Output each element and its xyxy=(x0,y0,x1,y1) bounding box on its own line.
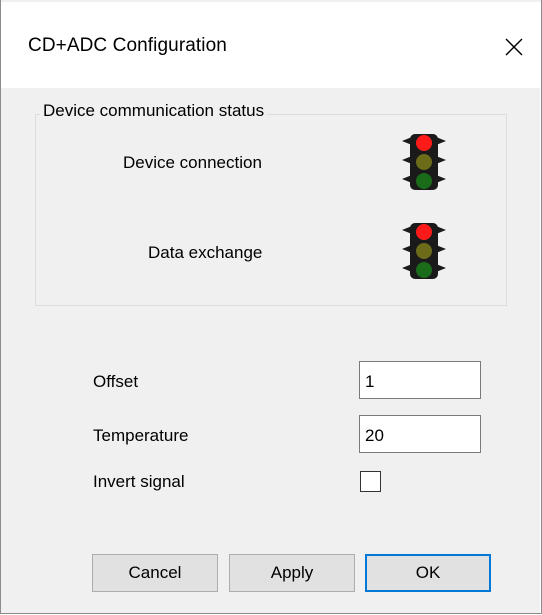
offset-label: Offset xyxy=(93,372,139,391)
device-connection-label: Device connection xyxy=(123,153,262,172)
close-button[interactable] xyxy=(488,22,540,72)
temperature-label: Temperature xyxy=(93,426,189,445)
status-group-legend: Device communication status xyxy=(40,101,268,121)
offset-input[interactable] xyxy=(359,361,481,399)
window-title: CD+ADC Configuration xyxy=(28,35,227,56)
apply-button[interactable]: Apply xyxy=(229,554,355,592)
data-exchange-label: Data exchange xyxy=(148,243,263,262)
invert-signal-label: Invert signal xyxy=(93,472,185,491)
temperature-input[interactable] xyxy=(359,415,481,453)
title-bar[interactable]: CD+ADC Configuration xyxy=(1,2,540,88)
ok-button[interactable]: OK xyxy=(365,554,491,592)
invert-signal-checkbox[interactable] xyxy=(360,471,381,492)
traffic-light-icon xyxy=(402,134,446,190)
cancel-button[interactable]: Cancel xyxy=(92,554,218,592)
close-icon xyxy=(505,38,523,56)
traffic-light-icon xyxy=(402,223,446,279)
